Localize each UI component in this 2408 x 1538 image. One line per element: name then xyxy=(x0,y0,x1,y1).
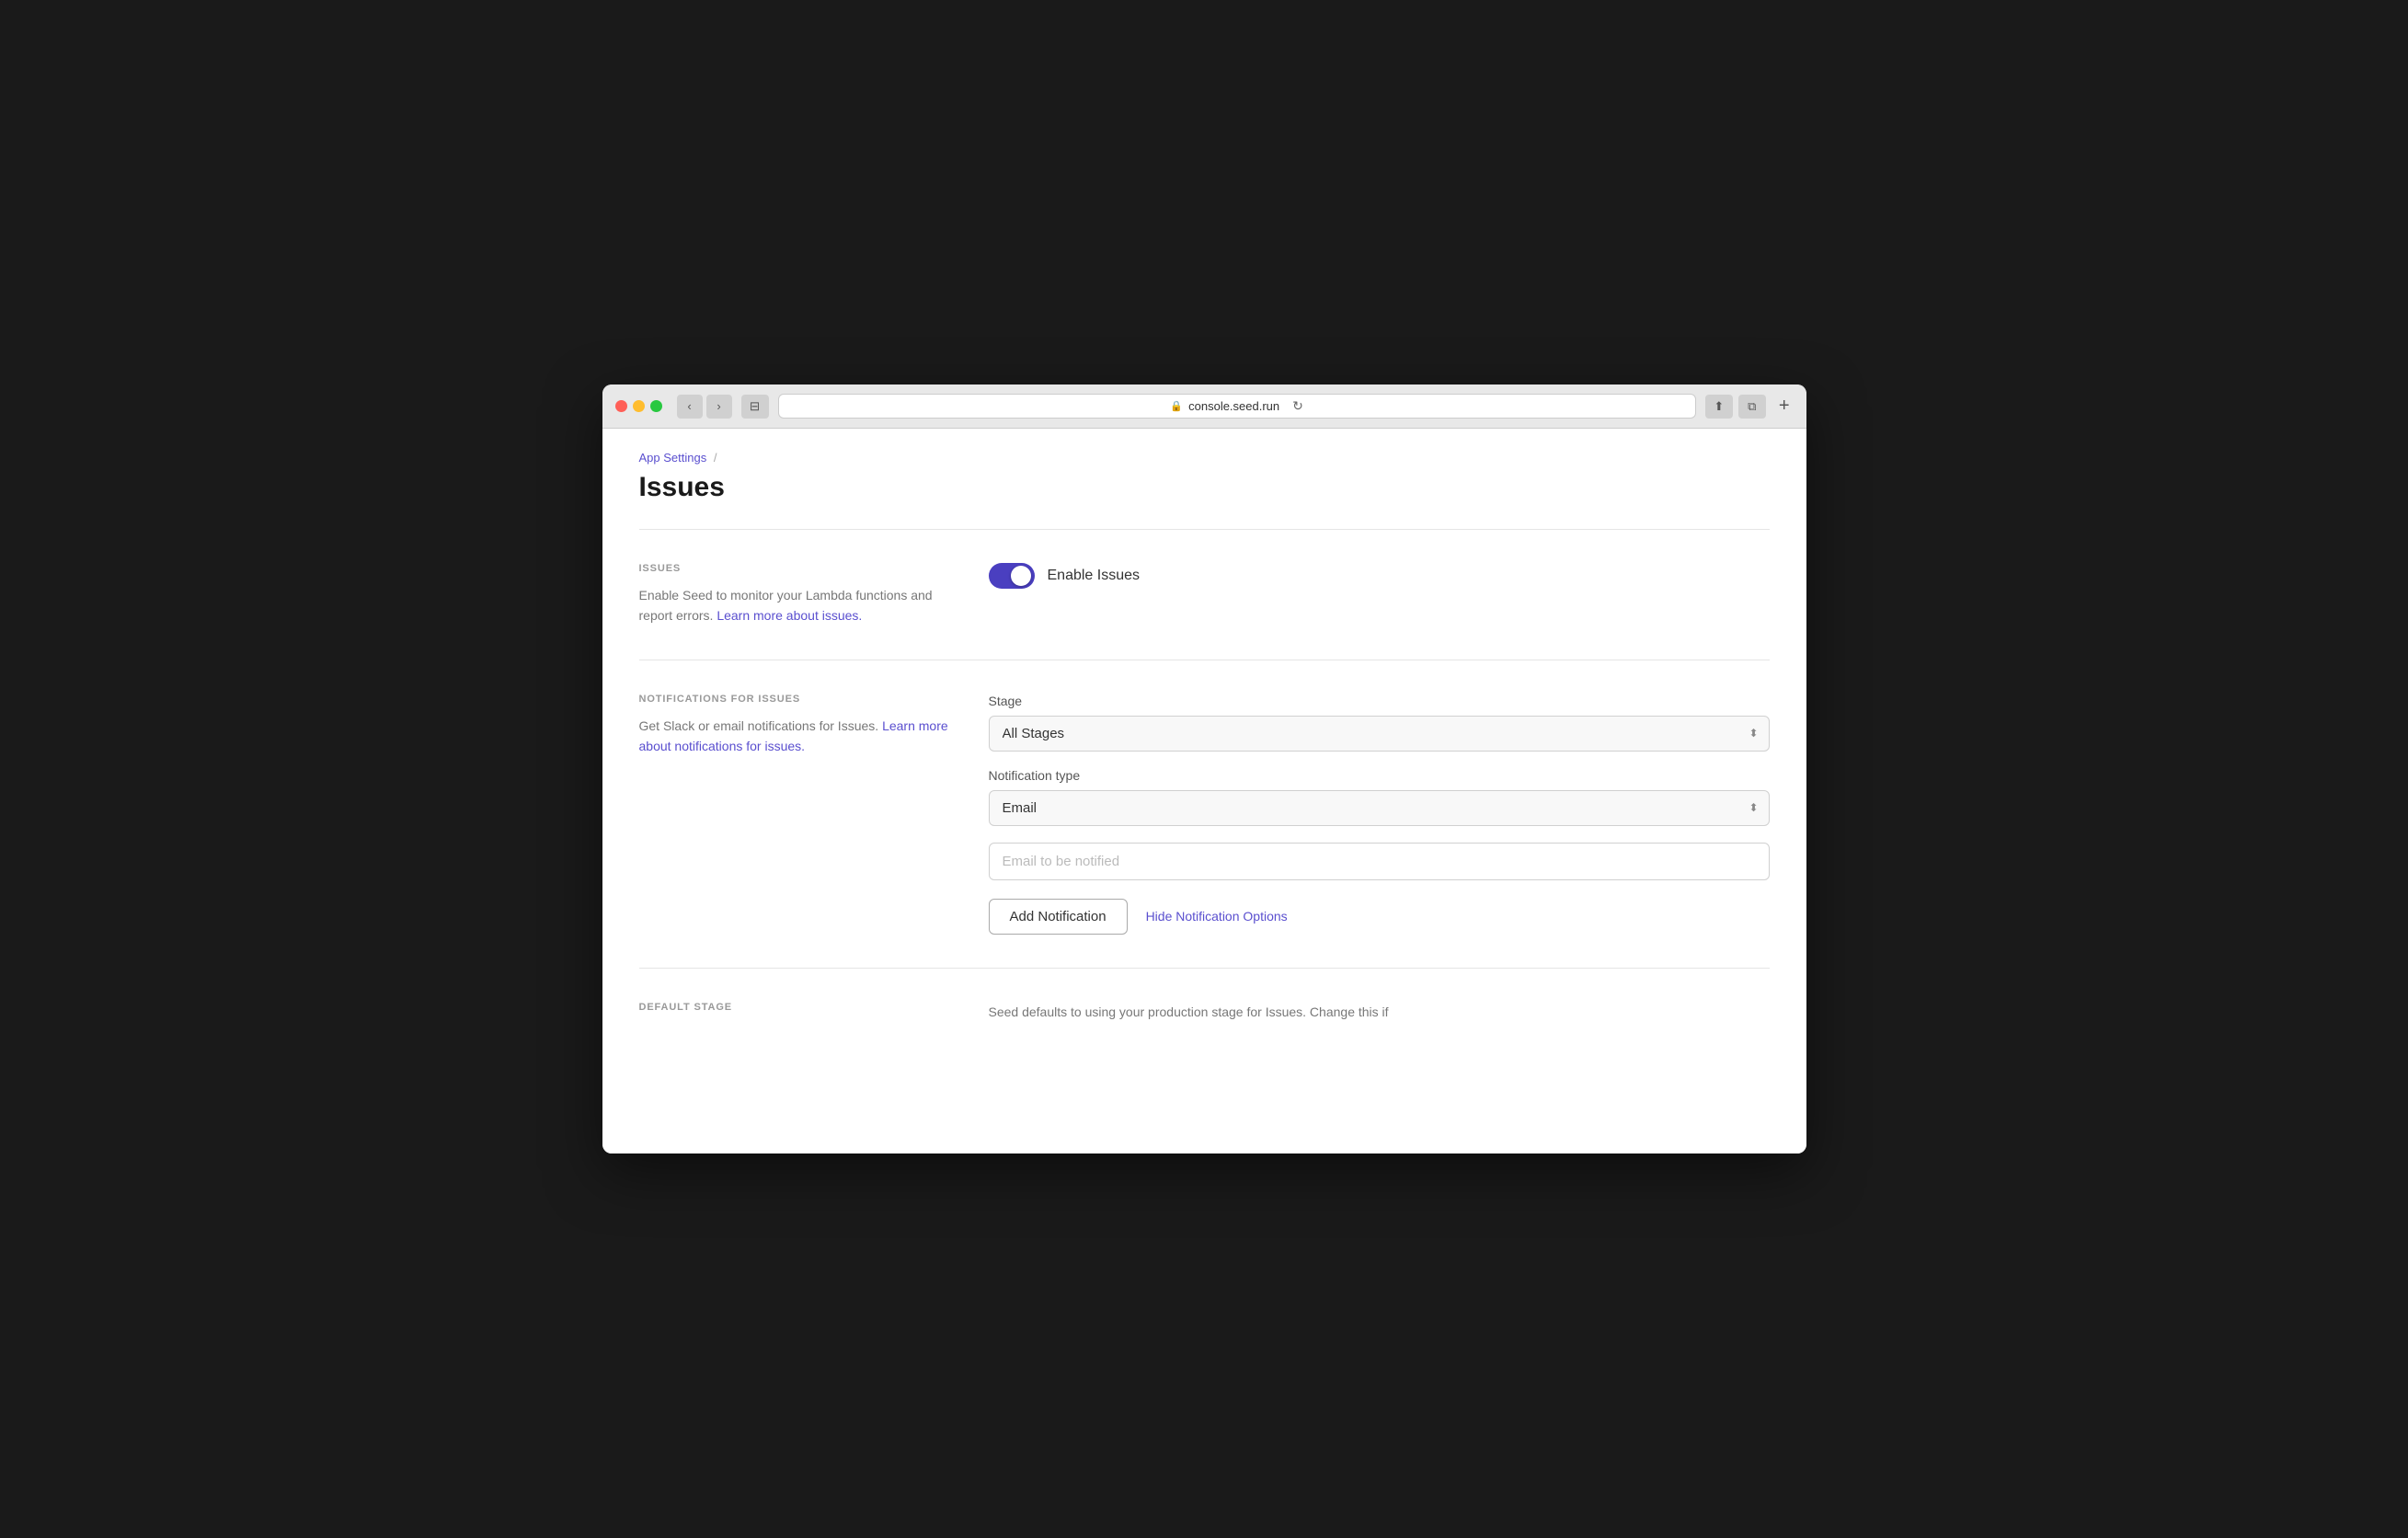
toggle-label-text: Enable Issues xyxy=(1048,568,1141,584)
share-button[interactable]: ⬆ xyxy=(1705,395,1733,419)
toggle-row: Enable Issues xyxy=(989,563,1770,589)
address-bar[interactable]: 🔒 console.seed.run ↻ xyxy=(778,394,1696,419)
stage-select[interactable]: All Stages Production Development Stagin… xyxy=(989,716,1770,752)
browser-window: ‹ › ⊟ 🔒 console.seed.run ↻ ⬆ ⧉ + App Set… xyxy=(602,384,1806,1154)
notification-type-field-label: Notification type xyxy=(989,768,1770,783)
maximize-button[interactable] xyxy=(650,400,662,412)
hide-notification-options-link[interactable]: Hide Notification Options xyxy=(1146,909,1288,924)
traffic-lights xyxy=(615,400,662,412)
forward-button[interactable]: › xyxy=(706,395,732,419)
toggle-track xyxy=(989,563,1035,589)
notification-type-select-wrapper: Email Slack ⬍ xyxy=(989,790,1770,826)
issues-toggle[interactable] xyxy=(989,563,1035,589)
browser-chrome: ‹ › ⊟ 🔒 console.seed.run ↻ ⬆ ⧉ + xyxy=(602,384,1806,429)
sidebar-button[interactable]: ⊟ xyxy=(741,395,769,419)
back-button[interactable]: ‹ xyxy=(677,395,703,419)
default-stage-label: DEFAULT STAGE xyxy=(639,1002,952,1013)
new-tab-button[interactable]: + xyxy=(1775,396,1794,417)
issues-section-right: Enable Issues xyxy=(989,563,1770,626)
button-row: Add Notification Hide Notification Optio… xyxy=(989,899,1770,935)
issues-section-label: ISSUES xyxy=(639,563,952,574)
notifications-section-desc: Get Slack or email notifications for Iss… xyxy=(639,716,952,757)
page-title: Issues xyxy=(639,472,1770,503)
page-content: App Settings / Issues ISSUES Enable Seed… xyxy=(602,429,1806,1154)
breadcrumb: App Settings / xyxy=(639,451,1770,465)
notifications-section-right: Stage All Stages Production Development … xyxy=(989,694,1770,935)
issues-learn-more-link[interactable]: Learn more about issues. xyxy=(717,608,862,623)
nav-buttons: ‹ › xyxy=(677,395,732,419)
minimize-button[interactable] xyxy=(633,400,645,412)
close-button[interactable] xyxy=(615,400,627,412)
breadcrumb-separator: / xyxy=(714,451,717,465)
email-input[interactable] xyxy=(989,843,1770,880)
default-stage-section-left: DEFAULT STAGE xyxy=(639,1002,952,1024)
default-stage-desc: Seed defaults to using your production s… xyxy=(989,1002,1770,1022)
default-stage-section: DEFAULT STAGE Seed defaults to using you… xyxy=(639,969,1770,1057)
add-notification-button[interactable]: Add Notification xyxy=(989,899,1128,935)
stage-select-wrapper: All Stages Production Development Stagin… xyxy=(989,716,1770,752)
breadcrumb-parent-link[interactable]: App Settings xyxy=(639,451,707,465)
notifications-section: NOTIFICATIONS FOR ISSUES Get Slack or em… xyxy=(639,660,1770,969)
issues-section-desc: Enable Seed to monitor your Lambda funct… xyxy=(639,585,952,626)
notification-type-select[interactable]: Email Slack xyxy=(989,790,1770,826)
default-stage-section-right: Seed defaults to using your production s… xyxy=(989,1002,1770,1024)
notifications-section-left: NOTIFICATIONS FOR ISSUES Get Slack or em… xyxy=(639,694,952,935)
stage-field-label: Stage xyxy=(989,694,1770,708)
lock-icon: 🔒 xyxy=(1170,400,1183,412)
refresh-button[interactable]: ↻ xyxy=(1292,398,1303,414)
notifications-section-label: NOTIFICATIONS FOR ISSUES xyxy=(639,694,952,705)
tab-overview-button[interactable]: ⧉ xyxy=(1738,395,1766,419)
browser-actions: ⬆ ⧉ xyxy=(1705,395,1766,419)
issues-section: ISSUES Enable Seed to monitor your Lambd… xyxy=(639,530,1770,660)
toggle-thumb xyxy=(1011,566,1031,586)
issues-section-left: ISSUES Enable Seed to monitor your Lambd… xyxy=(639,563,952,626)
url-text: console.seed.run xyxy=(1188,399,1279,413)
